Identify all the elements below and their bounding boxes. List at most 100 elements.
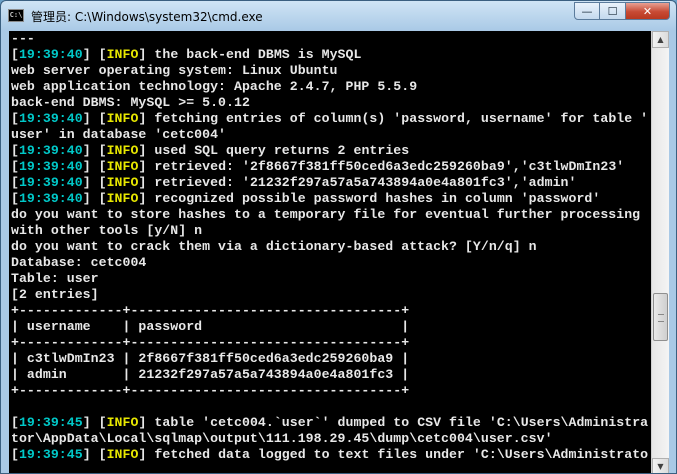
console-line: [19:39:40] [INFO] recognized possible pa… [11, 191, 648, 207]
console-line: [19:39:45] [INFO] fetched data logged to… [11, 447, 648, 463]
bracket: [ [11, 447, 19, 462]
bracket: ] [ [82, 175, 107, 190]
console-text: [2 entries] [11, 287, 99, 302]
console-line: +-------------+-------------------------… [11, 335, 648, 351]
close-button[interactable]: ✕ [626, 2, 670, 20]
console-line: +-------------+-------------------------… [11, 303, 648, 319]
console-line: Database: cetc004 [11, 255, 648, 271]
log-level-tag: INFO [106, 191, 139, 206]
bracket: [ [11, 47, 19, 62]
console-line: [19:39:40] [INFO] the back-end DBMS is M… [11, 47, 648, 63]
console-line: +-------------+-------------------------… [11, 383, 648, 399]
log-message: used SQL query returns 2 entries [146, 143, 410, 158]
log-timestamp: 19:39:40 [18, 111, 83, 126]
console-text: +-------------+-------------------------… [11, 303, 410, 318]
console-text: user' in database 'cetc004' [11, 127, 227, 142]
console-text: | username | password | [11, 319, 410, 334]
console-line: do you want to crack them via a dictiona… [11, 239, 648, 255]
console-line: back-end DBMS: MySQL >= 5.0.12 [11, 95, 648, 111]
console-line: user' in database 'cetc004' [11, 127, 648, 143]
bracket: ] [ [82, 47, 107, 62]
console-line: [19:39:40] [INFO] fetching entries of co… [11, 111, 648, 127]
bracket: ] [ [82, 415, 107, 430]
log-level-tag: INFO [106, 47, 139, 62]
log-message: recognized possible password hashes in c… [146, 191, 601, 206]
console-line: tor\AppData\Local\sqlmap\output\111.198.… [11, 431, 648, 447]
log-timestamp: 19:39:40 [18, 47, 83, 62]
log-timestamp: 19:39:40 [18, 175, 83, 190]
scrollbar-thumb[interactable] [653, 293, 668, 341]
vertical-scrollbar[interactable]: ▲ ▼ [651, 31, 669, 473]
console-text: do you want to crack them via a dictiona… [11, 239, 537, 254]
log-message: the back-end DBMS is MySQL [146, 47, 362, 62]
console-line: web server operating system: Linux Ubunt… [11, 63, 648, 79]
bracket: [ [11, 415, 19, 430]
minimize-button[interactable]: — [574, 2, 600, 20]
log-level-tag: INFO [106, 159, 139, 174]
log-level-tag: INFO [106, 447, 139, 462]
window-right-border [669, 31, 676, 473]
log-timestamp: 19:39:45 [18, 447, 83, 462]
window-controls: — ☐ ✕ [574, 2, 670, 22]
console-output[interactable]: --- [19:39:40] [INFO] the back-end DBMS i… [9, 31, 651, 473]
log-timestamp: 19:39:40 [18, 159, 83, 174]
bracket: ] [ [82, 111, 107, 126]
bracket: ] [ [82, 143, 107, 158]
window-title: 管理员: C:\Windows\system32\cmd.exe [31, 10, 263, 24]
bracket: ] [ [82, 191, 107, 206]
console-line: web application technology: Apache 2.4.7… [11, 79, 648, 95]
log-timestamp: 19:39:45 [18, 415, 83, 430]
log-level-tag: INFO [106, 175, 139, 190]
log-level-tag: INFO [106, 111, 139, 126]
log-message: fetching entries of column(s) 'password,… [146, 111, 649, 126]
bracket: ] [ [82, 159, 107, 174]
console-line: [19:39:45] [INFO] table 'cetc004.`user`'… [11, 415, 648, 431]
bracket: [ [11, 111, 19, 126]
log-message: table 'cetc004.`user`' dumped to CSV fil… [146, 415, 649, 430]
console-text: Database: cetc004 [11, 255, 147, 270]
console-text: +-------------+-------------------------… [11, 383, 410, 398]
console-text: web server operating system: Linux Ubunt… [11, 63, 338, 78]
log-message: retrieved: '2f8667f381ff50ced6a3edc25926… [146, 159, 625, 174]
bracket: [ [11, 191, 19, 206]
grip-icon [658, 314, 664, 322]
log-message: retrieved: '21232f297a57a5a743894a0e4a80… [146, 175, 577, 190]
scroll-up-arrow-icon[interactable]: ▲ [652, 31, 669, 48]
console-line: | username | password | [11, 319, 648, 335]
console-text: Table: user [11, 271, 99, 286]
cmd-app-icon[interactable]: C:\ [8, 9, 24, 22]
log-message: fetched data logged to text files under … [146, 447, 649, 462]
console-line: | admin | 21232f297a57a5a743894a0e4a801f… [11, 367, 648, 383]
console-text: +-------------+-------------------------… [11, 335, 410, 350]
console-text: back-end DBMS: MySQL >= 5.0.12 [11, 95, 250, 110]
maximize-button[interactable]: ☐ [600, 2, 626, 20]
title-bar[interactable]: C:\ 管理员: C:\Windows\system32\cmd.exe — ☐… [1, 1, 676, 31]
console-text: do you want to store hashes to a tempora… [11, 207, 641, 222]
console-line: do you want to store hashes to a tempora… [11, 207, 648, 223]
log-level-tag: INFO [106, 143, 139, 158]
cmd-window: C:\ 管理员: C:\Windows\system32\cmd.exe — ☐… [0, 0, 677, 474]
console-line: [19:39:40] [INFO] used SQL query returns… [11, 143, 648, 159]
log-timestamp: 19:39:40 [18, 191, 83, 206]
bracket: [ [11, 143, 19, 158]
console-text: with other tools [y/N] n [11, 223, 203, 238]
bracket: ] [ [82, 447, 107, 462]
console-line: | c3tlwDmIn23 | 2f8667f381ff50ced6a3edc2… [11, 351, 648, 367]
console-text: | admin | 21232f297a57a5a743894a0e4a801f… [11, 367, 410, 382]
console-line: --- [11, 31, 648, 47]
console-line: [2 entries] [11, 287, 648, 303]
bracket: [ [11, 159, 19, 174]
console-text: --- [11, 31, 35, 46]
console-line: with other tools [y/N] n [11, 223, 648, 239]
log-level-tag: INFO [106, 415, 139, 430]
bracket: [ [11, 175, 19, 190]
console-line: [19:39:40] [INFO] retrieved: '2f8667f381… [11, 159, 648, 175]
console-line: Table: user [11, 271, 648, 287]
log-timestamp: 19:39:40 [18, 143, 83, 158]
console-text: | c3tlwDmIn23 | 2f8667f381ff50ced6a3edc2… [11, 351, 410, 366]
console-lines: --- [19:39:40] [INFO] the back-end DBMS i… [11, 31, 648, 463]
console-text: tor\AppData\Local\sqlmap\output\111.198.… [11, 431, 553, 446]
console-text: web application technology: Apache 2.4.7… [11, 79, 418, 94]
scroll-down-arrow-icon[interactable]: ▼ [652, 458, 669, 473]
